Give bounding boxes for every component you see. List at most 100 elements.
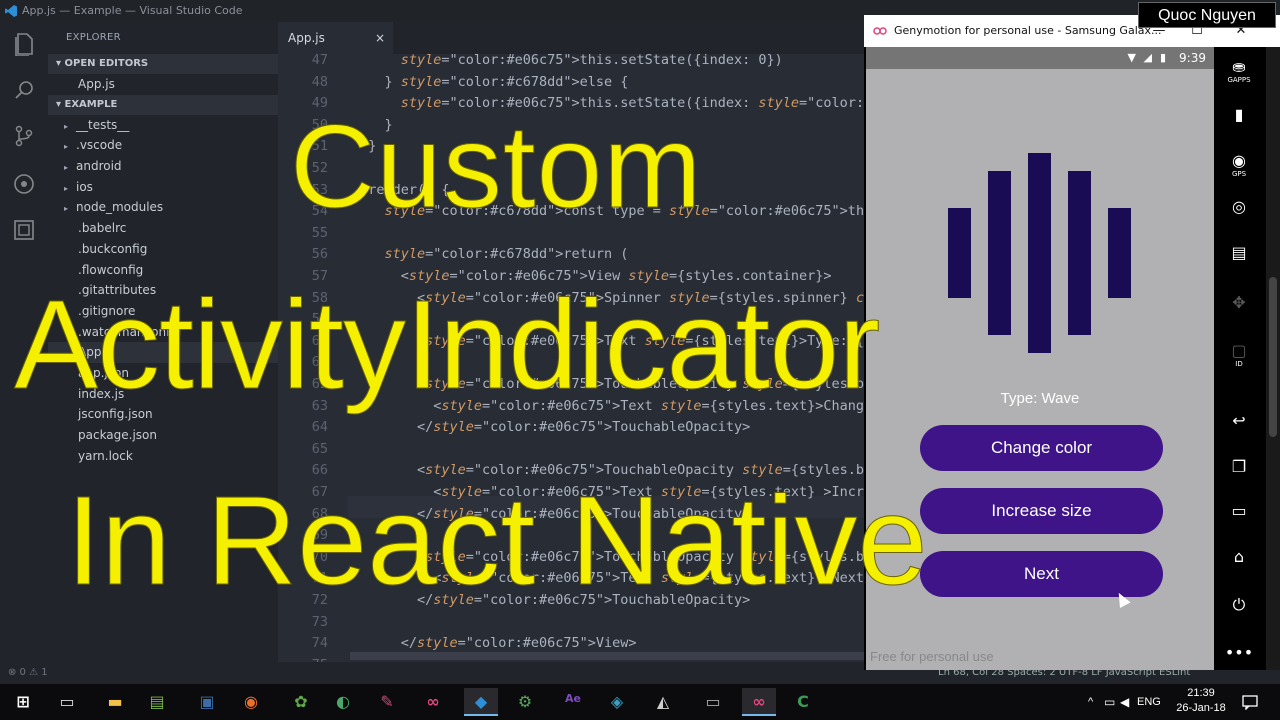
webcam-icon[interactable]: ◎ [1214,197,1264,216]
tool-label: ID [1235,360,1243,368]
tray-up-arrow-icon[interactable]: ^ [1088,696,1093,708]
gps-icon-glyph: ◉ [1232,151,1246,170]
overlay-title-line3: In React Native [65,470,928,611]
genymotion-logo-icon [873,27,887,35]
folder-item[interactable]: ▸ node_modules [48,197,278,218]
back-icon[interactable]: ↩ [1214,411,1264,430]
change-color-button[interactable]: Change color [920,425,1163,471]
tree-item-label: yarn.lock [78,448,133,463]
open-editors-section[interactable]: ▾ OPEN EDITORS [48,54,278,74]
tree-item-label: .babelrc [78,221,127,236]
camtasia-icon-glyph: C [797,692,809,711]
unity-icon[interactable]: ◭ [646,688,680,716]
file-explorer-icon[interactable]: ▬ [98,688,132,716]
genymotion-icon[interactable]: ∞ [416,688,450,716]
chat-icon-glyph: ◐ [336,692,350,711]
problems-indicator[interactable]: ⊗ 0 ⚠ 1 [8,662,48,684]
project-section[interactable]: ▾ EXAMPLE [48,94,278,115]
move-icon-glyph: ✥ [1232,293,1246,312]
after-effects-icon[interactable]: Ae [556,688,590,716]
file-item[interactable]: yarn.lock [48,446,278,467]
vscode-icon[interactable]: ◆ [464,688,498,716]
layers-icon[interactable]: ◈ [600,688,634,716]
folder-item[interactable]: ▸ __tests__ [48,115,278,136]
more-icon-glyph: ••• [1224,643,1254,662]
scene-builder-icon[interactable]: ✿ [284,688,318,716]
chevron-right-icon: ▸ [64,163,69,173]
windows-taskbar: ⊞ ▭ ▬ ▤ ▣ ◉ ✿ ◐ ✎ ∞ ◆ ⚙ Ae ◈ ◭ ▭ ∞ C ^ ▭ ◀ ENG 21:39 26-J… [0,684,1280,720]
unity-icon-glyph: ◭ [656,692,670,711]
language-indicator[interactable]: ENG [1137,696,1161,708]
home-icon-glyph: ⌂ [1233,547,1245,566]
power-icon[interactable]: ⏻ [1214,595,1264,615]
folder-item[interactable]: ▸ ios [48,177,278,198]
start-icon-glyph: ⊞ [16,692,30,711]
window-title: App.js — Example — Visual Studio Code [22,4,243,17]
recent-apps-icon-glyph: ❐ [1231,457,1247,476]
chevron-right-icon: ▸ [64,121,69,131]
overlay-title-line2: ActivityIndicator [13,274,880,415]
file-item[interactable]: .babelrc [48,218,278,239]
gapps-icon-glyph: ⛂ [1232,57,1246,76]
wave-bar [948,208,971,298]
extensions-icon[interactable] [12,218,36,242]
volume-icon[interactable]: ◀ [1120,695,1129,709]
tree-item-label: __tests__ [76,117,130,132]
increase-size-button[interactable]: Increase size [920,488,1163,534]
recent-apps-icon[interactable]: ❐ [1214,457,1264,476]
files-icon[interactable] [12,32,36,56]
next-button[interactable]: Next [920,551,1163,597]
line-number: 75 [278,655,328,662]
clock-time[interactable]: 21:39 [1176,687,1226,699]
line-number: 64 [311,419,328,436]
id-icon[interactable]: ▢ ID [1214,341,1264,368]
notepad-icon[interactable]: ▤ [140,688,174,716]
scroll-thumb[interactable] [1269,277,1277,437]
genymotion-device-icon[interactable]: ∞ [742,688,776,716]
camtasia-icon[interactable]: C [786,688,820,716]
code-line: style="color:#e06c75">this.setState({ind… [400,54,783,68]
line-number: 65 [311,440,328,457]
wave-bar [988,171,1011,335]
terminal-icon[interactable]: ▭ [696,688,730,716]
file-item[interactable]: package.json [48,425,278,446]
toolbar-scrollbar[interactable] [1266,47,1280,670]
search-icon[interactable] [12,78,36,102]
move-icon[interactable]: ✥ [1214,293,1264,312]
gps-icon[interactable]: ◉ GPS [1214,151,1264,178]
debug-icon[interactable] [12,172,36,196]
clock-date[interactable]: 26-Jan-18 [1170,702,1232,714]
virtualbox-icon[interactable]: ▣ [190,688,224,716]
file-explorer-icon-glyph: ▬ [107,692,123,711]
notifications-icon[interactable] [1242,694,1258,710]
source-control-icon[interactable] [12,124,36,148]
battery-icon-glyph: ▮ [1234,105,1244,124]
open-editor-item[interactable]: App.js [48,74,278,95]
folder-item[interactable]: ▸ android [48,156,278,177]
android-studio-icon[interactable]: ⚙ [508,688,542,716]
close-tab-icon[interactable]: × [375,22,385,54]
chat-icon[interactable]: ◐ [326,688,360,716]
tab-app-js[interactable]: App.js × [278,22,393,54]
task-view-icon[interactable]: ▭ [50,688,84,716]
tool-label: GPS [1231,170,1247,178]
menu-icon[interactable]: ▭ [1214,501,1264,520]
presenter-name: Quoc Nguyen [1138,2,1276,28]
gapps-icon[interactable]: ⛂ GAPPS [1214,57,1264,84]
home-icon[interactable]: ⌂ [1214,547,1264,566]
start-icon[interactable]: ⊞ [6,688,40,716]
genymotion-icon-glyph: ∞ [426,692,440,711]
paint-icon[interactable]: ✎ [370,688,404,716]
clapper-icon[interactable]: ▤ [1214,243,1264,262]
status-time: 9:39 [1179,51,1206,65]
horizontal-scrollbar[interactable] [350,652,868,660]
battery-icon[interactable]: ▮ [1214,105,1264,124]
folder-item[interactable]: ▸ .vscode [48,135,278,156]
task-view-icon-glyph: ▭ [59,692,75,711]
network-icon[interactable]: ▭ [1104,695,1115,709]
file-item[interactable]: .buckconfig [48,239,278,260]
genymotion-device-icon-glyph: ∞ [752,692,766,711]
more-icon[interactable]: ••• [1214,643,1264,662]
scene-builder-icon-glyph: ✿ [294,692,308,711]
firefox-icon[interactable]: ◉ [234,688,268,716]
